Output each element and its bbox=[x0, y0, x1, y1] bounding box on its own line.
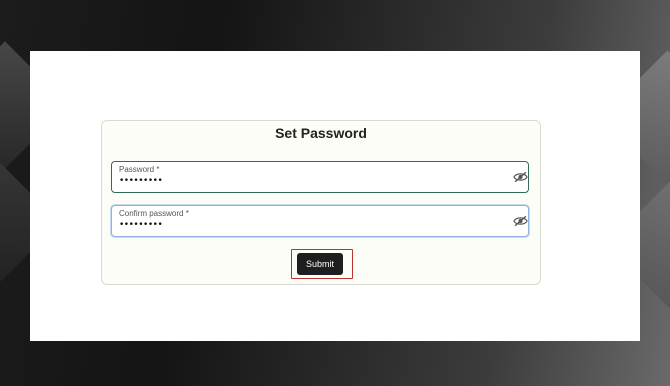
form-title: Set Password bbox=[275, 125, 367, 141]
password-field[interactable]: Password * ••••••••• bbox=[111, 161, 529, 193]
confirm-password-value: ••••••••• bbox=[119, 220, 163, 230]
password-value: ••••••••• bbox=[119, 176, 163, 186]
confirm-password-field[interactable]: Confirm password * ••••••••• bbox=[111, 205, 529, 237]
password-label: Password * bbox=[119, 165, 160, 174]
eye-off-icon[interactable] bbox=[512, 170, 528, 184]
eye-off-icon[interactable] bbox=[512, 214, 528, 228]
page-frame: Set Password Password * ••••••••• Confir… bbox=[30, 51, 640, 341]
submit-button[interactable]: Submit bbox=[297, 253, 343, 275]
set-password-card: Set Password Password * ••••••••• Confir… bbox=[101, 120, 541, 285]
submit-highlight-box: Submit bbox=[291, 249, 353, 279]
confirm-password-label: Confirm password * bbox=[119, 209, 189, 218]
